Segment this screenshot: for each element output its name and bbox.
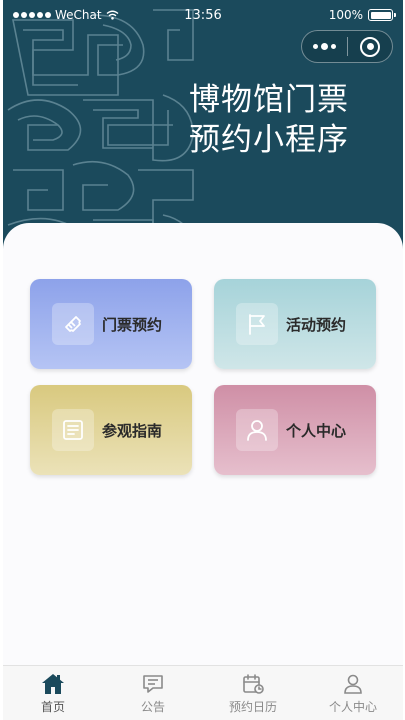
bronze-pattern-decoration	[7, 9, 203, 250]
home-icon	[40, 672, 66, 696]
calendar-icon	[240, 672, 266, 696]
battery-percent: 100%	[328, 8, 363, 22]
battery-icon	[368, 9, 396, 21]
ticket-booking-tile[interactable]: 门票预约	[30, 279, 192, 369]
notice-icon	[140, 672, 166, 696]
bottom-tab-bar: 首页 公告 预约日历 个人中心	[3, 665, 403, 720]
guide-icon	[52, 409, 94, 451]
profile-center-tile[interactable]: 个人中心	[214, 385, 376, 475]
close-circle-icon	[360, 36, 380, 57]
tab-notice[interactable]: 公告	[103, 666, 203, 720]
tab-calendar-label: 预约日历	[228, 700, 277, 714]
profile-center-label: 个人中心	[286, 421, 347, 440]
visit-guide-label: 参观指南	[102, 421, 163, 440]
ticket-icon	[52, 303, 94, 345]
activity-booking-label: 活动预约	[286, 315, 347, 334]
activity-booking-tile[interactable]: 活动预约	[214, 279, 376, 369]
person-icon	[236, 409, 278, 451]
title-line-2: 预约小程序	[189, 122, 349, 158]
tab-profile[interactable]: 个人中心	[303, 666, 403, 720]
title-line-1: 博物馆门票	[189, 82, 349, 118]
page-title: 博物馆门票 预约小程序	[189, 80, 349, 160]
tab-profile-label: 个人中心	[328, 700, 377, 714]
user-icon	[340, 672, 366, 696]
more-menu-button[interactable]	[302, 31, 347, 62]
main-content: 门票预约 活动预约 参观指南 个人中心	[3, 223, 403, 665]
tab-notice-label: 公告	[140, 700, 165, 714]
status-bar: WeChat 13:56 100%	[3, 0, 403, 30]
app-screen: WeChat 13:56 100% 博物馆门票 预约小程序 门票预约 活动预约 …	[3, 0, 403, 720]
ticket-booking-label: 门票预约	[102, 315, 163, 334]
tab-home[interactable]: 首页	[3, 666, 103, 720]
visit-guide-tile[interactable]: 参观指南	[30, 385, 192, 475]
tab-calendar[interactable]: 预约日历	[203, 666, 303, 720]
battery-indicator: 100%	[328, 8, 396, 22]
miniprogram-capsule	[301, 30, 393, 63]
flag-icon	[236, 303, 278, 345]
more-dots-icon	[313, 44, 318, 49]
tab-home-label: 首页	[40, 700, 65, 714]
close-miniprogram-button[interactable]	[348, 31, 392, 62]
